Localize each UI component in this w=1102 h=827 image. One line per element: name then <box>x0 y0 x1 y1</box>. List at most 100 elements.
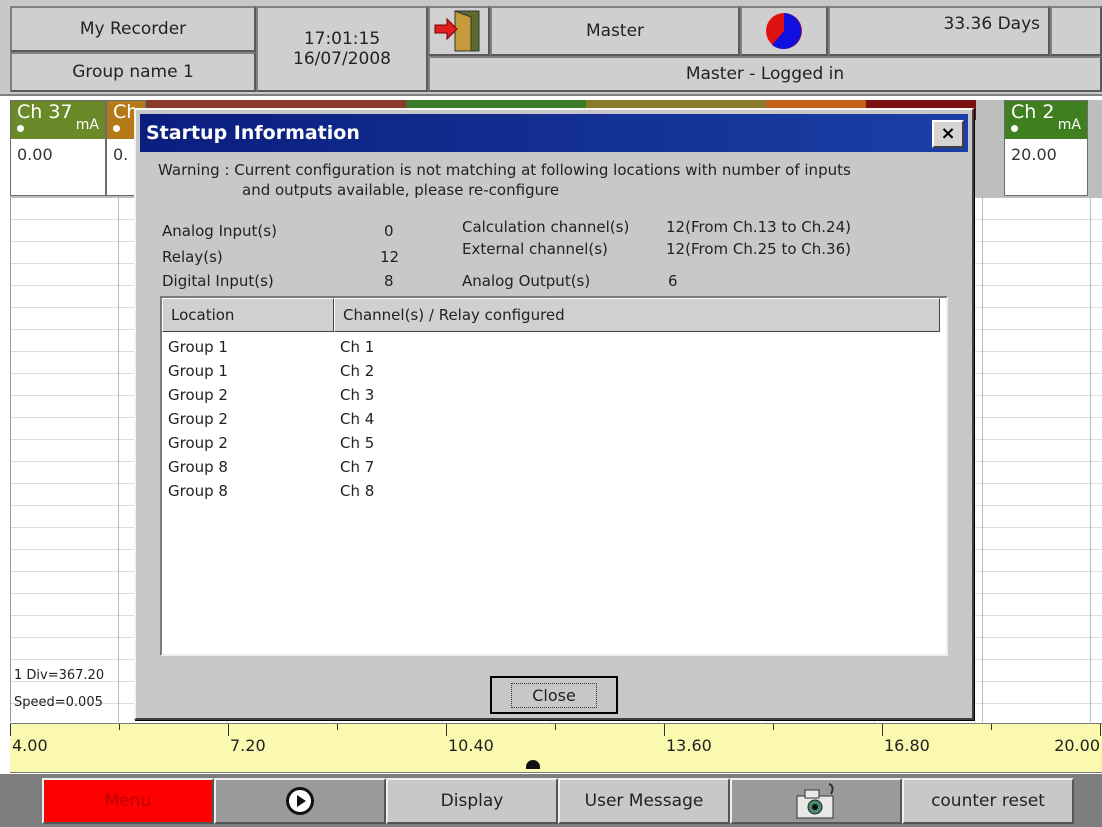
analog-output-value: 6 <box>668 272 678 290</box>
play-icon <box>286 787 314 815</box>
recorder-name-text: My Recorder <box>79 19 187 39</box>
row-channel: Ch 4 <box>340 410 375 428</box>
scale-label: 16.80 <box>884 736 930 755</box>
row-channel: Ch 8 <box>340 482 375 500</box>
scale-major-tick <box>1100 724 1101 736</box>
scale-minor-tick <box>119 724 120 730</box>
speed-label: Speed=0.005 <box>14 695 103 710</box>
scale-major-tick <box>10 724 11 736</box>
scale-label: 10.40 <box>448 736 494 755</box>
date-text: 16/07/2008 <box>293 49 391 69</box>
days-remaining: 33.36 Days <box>828 6 1050 56</box>
recorder-name: My Recorder <box>10 6 256 52</box>
channel-unit: mA <box>1057 117 1081 133</box>
row-location: Group 2 <box>168 410 228 428</box>
column-header-location[interactable]: Location <box>162 298 334 332</box>
scale-minor-tick <box>991 724 992 730</box>
row-location: Group 8 <box>168 458 228 476</box>
scale-minor-tick <box>337 724 338 730</box>
row-channel: Ch 5 <box>340 434 375 452</box>
channel-tile-ch37[interactable]: Ch 37 mA 0.00 <box>10 100 106 196</box>
digital-input-label: Digital Input(s) <box>162 272 274 290</box>
list-item[interactable]: Group 1 Ch 1 <box>168 338 768 362</box>
external-channel-value: 12(From Ch.25 to Ch.36) <box>666 240 851 258</box>
warning-message: Warning : Current configuration is not m… <box>158 160 958 200</box>
menu-button-label: Menu <box>104 791 152 811</box>
user-message-button[interactable]: User Message <box>558 778 730 824</box>
display-button[interactable]: Display <box>386 778 558 824</box>
scale-major-tick <box>446 724 447 736</box>
relay-value: 12 <box>380 248 400 266</box>
list-item[interactable]: Group 1 Ch 2 <box>168 362 768 386</box>
list-item[interactable]: Group 2 Ch 3 <box>168 386 768 410</box>
list-item[interactable]: Group 2 Ch 4 <box>168 410 768 434</box>
scale-major-tick <box>228 724 229 736</box>
scale-minor-tick <box>773 724 774 730</box>
external-channel-label: External channel(s) <box>462 240 608 258</box>
configuration-listbox[interactable]: Location Channel(s) / Relay configured G… <box>160 296 948 656</box>
row-location: Group 8 <box>168 482 228 500</box>
counter-reset-button-label: counter reset <box>931 791 1045 811</box>
row-channel: Ch 7 <box>340 458 375 476</box>
dialog-title-bar[interactable]: Startup Information × <box>140 114 968 152</box>
login-status: Master - Logged in <box>428 56 1102 92</box>
list-item[interactable]: Group 8 Ch 7 <box>168 458 768 482</box>
status-header: My Recorder Group name 1 17:01:15 16/07/… <box>0 0 1102 96</box>
row-location: Group 1 <box>168 338 228 356</box>
group-name[interactable]: Group name 1 <box>10 52 256 92</box>
menu-button[interactable]: Menu <box>42 778 214 824</box>
column-header-channels[interactable]: Channel(s) / Relay configured <box>334 298 940 332</box>
user-text: Master <box>585 21 645 41</box>
status-dot-icon <box>17 125 24 132</box>
dialog-title: Startup Information <box>146 122 360 144</box>
scale-label: 4.00 <box>12 736 48 755</box>
warning-line-1: Warning : Current configuration is not m… <box>158 161 851 179</box>
scale-minor-tick <box>555 724 556 730</box>
scale-bar: 4.00 7.20 10.40 13.60 16.80 20.00 <box>10 723 1102 773</box>
row-location: Group 1 <box>168 362 228 380</box>
startup-information-dialog: Startup Information × Warning : Current … <box>134 108 974 720</box>
display-button-label: Display <box>440 791 504 811</box>
channel-header: Ch 2 mA <box>1005 101 1087 139</box>
list-item[interactable]: Group 8 Ch 8 <box>168 482 768 506</box>
row-channel: Ch 1 <box>340 338 375 356</box>
close-button[interactable]: Close <box>490 676 618 714</box>
channel-unit: mA <box>75 117 99 133</box>
analog-input-label: Analog Input(s) <box>162 222 277 240</box>
status-dot-icon <box>113 125 120 132</box>
row-channel: Ch 2 <box>340 362 375 380</box>
relay-label: Relay(s) <box>162 248 223 266</box>
screenshot-button[interactable] <box>730 778 902 824</box>
user-message-button-label: User Message <box>584 791 704 811</box>
channel-value: 20.00 <box>1011 145 1057 164</box>
analog-output-label: Analog Output(s) <box>462 272 591 290</box>
header-spacer <box>1050 6 1102 56</box>
channel-header: Ch 37 mA <box>11 101 105 139</box>
play-button[interactable] <box>214 778 386 824</box>
counter-reset-button[interactable]: counter reset <box>902 778 1074 824</box>
channel-label: Ch 2 <box>1011 101 1055 123</box>
scale-label: 13.60 <box>666 736 712 755</box>
logout-door-icon[interactable] <box>428 6 490 56</box>
close-icon[interactable]: × <box>932 120 964 148</box>
days-remaining-text: 33.36 Days <box>943 14 1041 34</box>
channel-value: 0.00 <box>17 145 53 164</box>
status-dot-icon <box>1011 125 1018 132</box>
login-status-text: Master - Logged in <box>685 64 845 84</box>
memory-pie-icon <box>740 6 828 56</box>
scale-label: 7.20 <box>230 736 266 755</box>
calculation-channel-label: Calculation channel(s) <box>462 218 630 236</box>
row-location: Group 2 <box>168 386 228 404</box>
group-name-text: Group name 1 <box>72 62 194 82</box>
calculation-channel-value: 12(From Ch.13 to Ch.24) <box>666 218 851 236</box>
analog-input-value: 0 <box>384 222 394 240</box>
close-button-label: Close <box>511 682 597 708</box>
channel-label: Ch 37 <box>17 101 73 123</box>
channel-tile-ch2[interactable]: Ch 2 mA 20.00 <box>1004 100 1088 196</box>
scale-major-tick <box>882 724 883 736</box>
warning-line-2: and outputs available, please re-configu… <box>242 181 560 199</box>
scale-label: 20.00 <box>1054 736 1100 755</box>
digital-input-value: 8 <box>384 272 394 290</box>
list-item[interactable]: Group 2 Ch 5 <box>168 434 768 458</box>
row-location: Group 2 <box>168 434 228 452</box>
